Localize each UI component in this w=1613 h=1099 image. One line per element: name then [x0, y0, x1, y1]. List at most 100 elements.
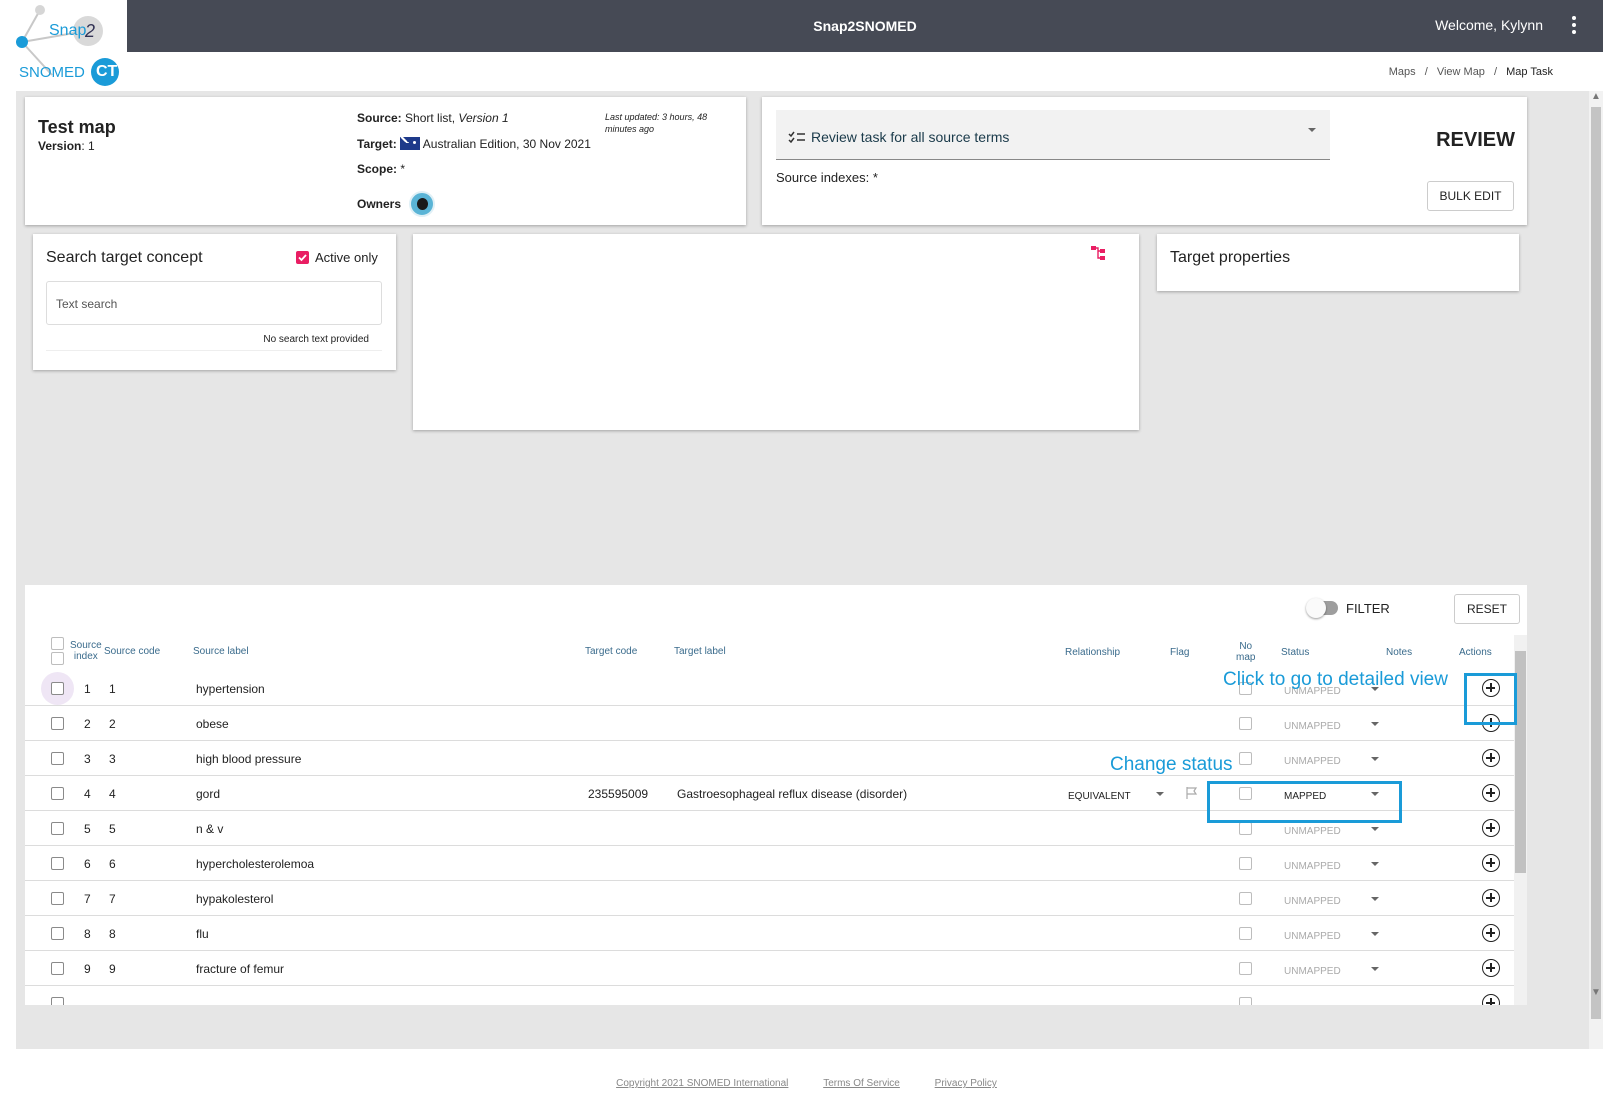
chevron-down-icon [1156, 792, 1164, 796]
select-all-checkbox[interactable] [51, 637, 64, 650]
row-checkbox[interactable] [51, 927, 64, 940]
add-circle-icon[interactable] [1482, 854, 1500, 872]
header-actions: Actions [1459, 647, 1492, 658]
source-label: Source: [357, 111, 402, 125]
filter-label: FILTER [1346, 601, 1390, 616]
privacy-link[interactable]: Privacy Policy [935, 1078, 997, 1089]
row-source-label: hypertension [196, 682, 265, 696]
row-no-map-checkbox[interactable] [1239, 997, 1252, 1005]
more-vert-icon[interactable] [1571, 16, 1577, 34]
row-checkbox[interactable] [51, 682, 64, 695]
breadcrumb-separator: / [1494, 66, 1498, 78]
row-status-value: UNMAPPED [1284, 966, 1341, 977]
terms-link[interactable]: Terms Of Service [823, 1078, 900, 1089]
top-app-bar: Snap2SNOMED Welcome, Kylynn [127, 0, 1603, 52]
row-no-map-checkbox[interactable] [1239, 892, 1252, 905]
row-status-select[interactable]: UNMAPPED [1284, 893, 1380, 907]
row-checkbox[interactable] [51, 787, 64, 800]
row-no-map-checkbox[interactable] [1239, 752, 1252, 765]
search-title: Search target concept [46, 249, 203, 266]
row-checkbox[interactable] [51, 857, 64, 870]
row-no-map-checkbox[interactable] [1239, 717, 1252, 730]
header-target-code[interactable]: Target code [585, 646, 637, 657]
hierarchy-icon[interactable] [1090, 244, 1108, 262]
flag-icon[interactable] [1185, 786, 1199, 803]
row-target-label[interactable]: Gastroesophageal reflux disease (disorde… [677, 787, 907, 801]
row-status-select[interactable]: UNMAPPED [1284, 753, 1380, 767]
add-circle-icon[interactable] [1482, 994, 1500, 1005]
add-circle-icon[interactable] [1482, 784, 1500, 802]
table-row[interactable]: 8 8 flu UNMAPPED [25, 916, 1514, 951]
last-updated: Last updated: 3 hours, 48 minutes ago [605, 112, 708, 134]
header-flag[interactable]: Flag [1170, 647, 1189, 658]
copyright-link[interactable]: Copyright 2021 SNOMED International [616, 1078, 788, 1089]
header-source-label[interactable]: Source label [193, 646, 249, 657]
table-row[interactable]: 9 9 fracture of femur UNMAPPED [25, 951, 1514, 986]
header-status[interactable]: Status [1281, 647, 1309, 658]
row-relationship-select[interactable]: EQUIVALENT [1068, 788, 1164, 802]
row-source-code: 6 [109, 857, 116, 871]
header-no-map[interactable]: No map [1236, 641, 1255, 663]
row-source-label: fracture of femur [196, 962, 285, 976]
header-source-code[interactable]: Source code [104, 646, 160, 657]
row-checkbox[interactable] [51, 997, 64, 1005]
row-status-select[interactable]: UNMAPPED [1284, 823, 1380, 837]
bulk-edit-button[interactable]: BULK EDIT [1427, 181, 1514, 211]
table-row[interactable]: 3 3 high blood pressure UNMAPPED [25, 741, 1514, 776]
scroll-up-icon[interactable]: ▲ [1591, 91, 1601, 102]
annotation-change-status-box [1207, 781, 1402, 823]
row-checkbox[interactable] [51, 822, 64, 835]
divider [46, 350, 382, 351]
table-row[interactable]: 6 6 hypercholesterolemoa UNMAPPED [25, 846, 1514, 881]
row-status-value: UNMAPPED [1284, 721, 1341, 732]
row-target-code[interactable]: 235595009 [588, 787, 648, 801]
add-circle-icon[interactable] [1482, 959, 1500, 977]
row-no-map-checkbox[interactable] [1239, 962, 1252, 975]
row-checkbox[interactable] [51, 892, 64, 905]
add-circle-icon[interactable] [1482, 819, 1500, 837]
header-relationship[interactable]: Relationship [1065, 647, 1120, 658]
header-target-label[interactable]: Target label [674, 646, 726, 657]
concept-hierarchy-card [413, 234, 1139, 430]
add-circle-icon[interactable] [1482, 889, 1500, 907]
table-row[interactable]: 2 2 obese UNMAPPED [25, 706, 1514, 741]
active-only-checkbox[interactable] [296, 251, 309, 264]
row-status-select[interactable]: UNMAPPED [1284, 858, 1380, 872]
row-no-map-checkbox[interactable] [1239, 927, 1252, 940]
source-version: Version 1 [458, 111, 509, 125]
source-indexes: Source indexes: * [776, 170, 878, 185]
page-scrollbar[interactable]: ▲ ▼ [1589, 91, 1603, 1049]
row-no-map-checkbox[interactable] [1239, 822, 1252, 835]
breadcrumb-view-map[interactable]: View Map [1437, 66, 1485, 78]
page-scrollbar-thumb[interactable] [1591, 107, 1601, 1019]
table-row[interactable]: 7 7 hypakolesterol UNMAPPED [25, 881, 1514, 916]
chevron-down-icon [1371, 827, 1379, 831]
breadcrumb-maps[interactable]: Maps [1389, 66, 1416, 78]
map-target: Target: Australian Edition, 30 Nov 2021 [357, 137, 591, 151]
owner-avatar[interactable] [409, 191, 435, 217]
task-select[interactable]: Review task for all source terms [776, 110, 1330, 160]
scroll-down-icon[interactable]: ▼ [1591, 987, 1601, 998]
row-checkbox[interactable] [51, 752, 64, 765]
search-input[interactable]: Text search [46, 281, 382, 325]
filter-toggle[interactable] [1306, 598, 1338, 618]
row-status-select[interactable]: UNMAPPED [1284, 963, 1380, 977]
row-status-value: UNMAPPED [1284, 826, 1341, 837]
select-page-checkbox[interactable] [51, 652, 64, 665]
add-circle-icon[interactable] [1482, 924, 1500, 942]
table-row-partial [25, 986, 1514, 1005]
row-source-index: 4 [84, 787, 91, 801]
row-checkbox[interactable] [51, 962, 64, 975]
owners-label: Owners [357, 197, 402, 211]
target-label: Target: [357, 137, 397, 151]
source-value: Short list, [405, 111, 456, 125]
row-checkbox[interactable] [51, 717, 64, 730]
add-circle-icon[interactable] [1482, 749, 1500, 767]
row-no-map-checkbox[interactable] [1239, 857, 1252, 870]
row-status-select[interactable]: UNMAPPED [1284, 928, 1380, 942]
version-label: Version [38, 139, 82, 153]
breadcrumb-current: Map Task [1506, 66, 1553, 78]
row-status-select[interactable]: UNMAPPED [1284, 718, 1380, 732]
chevron-down-icon [1371, 967, 1379, 971]
reset-button[interactable]: RESET [1454, 594, 1520, 624]
